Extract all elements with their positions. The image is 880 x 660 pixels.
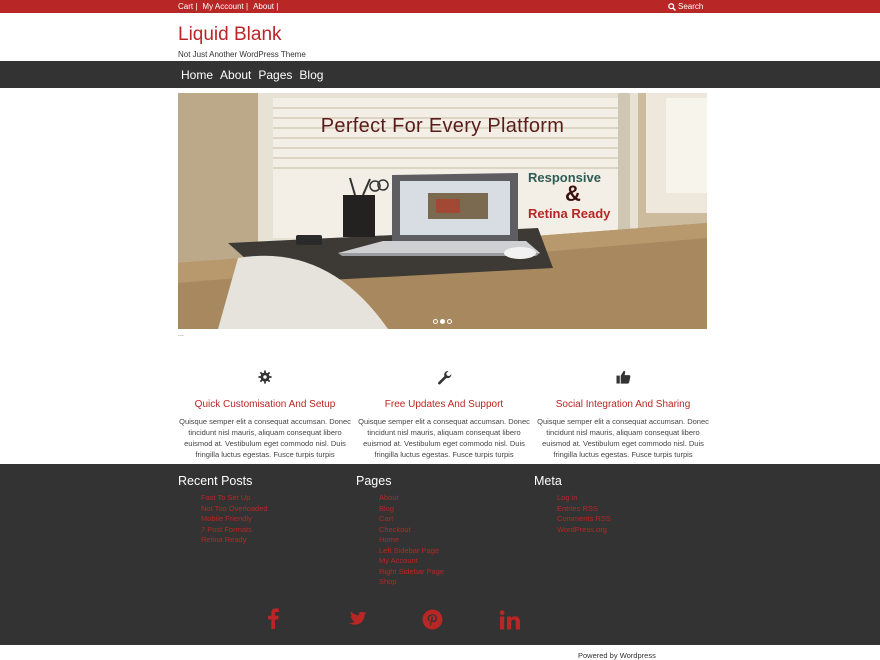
page-link[interactable]: Right Sidebar Page: [379, 567, 444, 578]
footer-heading: Pages: [356, 474, 392, 488]
feature-customisation: Quick Customisation And Setup Quisque se…: [176, 370, 354, 460]
linkedin-icon[interactable]: [499, 610, 521, 630]
page-link[interactable]: Checkout: [379, 525, 444, 536]
recent-post-link[interactable]: 7 Post Formats: [201, 525, 268, 536]
search-label: Search: [678, 2, 704, 11]
pinterest-icon[interactable]: [422, 609, 443, 630]
meta-link[interactable]: WordPress.org: [557, 525, 611, 536]
my-account-link[interactable]: My Account |: [202, 0, 248, 13]
powered-by-text: Powered by Wordpress: [578, 651, 656, 660]
search-icon: [668, 2, 676, 11]
feature-text: Quisque semper elit a consequat accumsan…: [179, 417, 351, 459]
gear-icon: [258, 370, 272, 384]
footer-heading: Recent Posts: [178, 474, 253, 488]
feature-text: Quisque semper elit a consequat accumsan…: [358, 417, 530, 459]
footer-heading: Meta: [534, 474, 562, 488]
page-link[interactable]: My Account: [379, 556, 444, 567]
slider-dot-3[interactable]: [447, 319, 452, 324]
top-links: Cart | My Account | About |: [178, 0, 283, 13]
thumbs-up-icon: [616, 370, 630, 384]
about-link[interactable]: About |: [253, 0, 278, 13]
feature-title: Free Updates And Support: [384, 399, 504, 410]
slider-dot-2[interactable]: [440, 319, 445, 324]
slider-pagination: [433, 319, 454, 324]
footer-pages: Pages About Blog Cart Checkout Home Left…: [356, 474, 444, 588]
cart-link[interactable]: Cart |: [178, 0, 197, 13]
search-button[interactable]: Search: [668, 0, 703, 13]
page-link[interactable]: Cart: [379, 514, 444, 525]
recent-post-link[interactable]: Fast To Set Up: [201, 493, 268, 504]
feature-updates: Free Updates And Support Quisque semper …: [355, 370, 533, 460]
hero-retina-text: Retina Ready: [528, 206, 611, 221]
footer: Recent Posts Fast To Set Up Not Too Over…: [0, 464, 880, 645]
footer-meta: Meta Log in Entries RSS Comments RSS Wor…: [534, 474, 611, 535]
page-link[interactable]: Shop: [379, 577, 444, 588]
main-nav: Home About Pages Blog: [0, 61, 880, 88]
page-link[interactable]: Left Sidebar Page: [379, 546, 444, 557]
page-link[interactable]: Home: [379, 535, 444, 546]
twitter-icon[interactable]: [345, 611, 367, 629]
feature-title: Quick Customisation And Setup: [194, 399, 336, 410]
nav-item-pages[interactable]: Pages: [258, 68, 292, 82]
top-bar: Cart | My Account | About | Search: [0, 0, 880, 13]
facebook-icon[interactable]: [266, 607, 280, 629]
recent-post-link[interactable]: Retina Ready: [201, 535, 268, 546]
meta-link[interactable]: Comments RSS: [557, 514, 611, 525]
wrench-icon: [437, 370, 451, 385]
footer-recent-posts: Recent Posts Fast To Set Up Not Too Over…: [178, 474, 268, 546]
hero-slider[interactable]: Perfect For Every Platform Responsive & …: [178, 93, 707, 329]
meta-link[interactable]: Entries RSS: [557, 504, 611, 515]
nav-item-home[interactable]: Home: [181, 68, 213, 82]
meta-link[interactable]: Log in: [557, 493, 611, 504]
hero-title: Perfect For Every Platform: [320, 115, 565, 137]
slider-caption: ...: [178, 331, 184, 338]
feature-title: Social Integration And Sharing: [555, 399, 691, 410]
recent-post-link[interactable]: Mobile Friendly: [201, 514, 268, 525]
feature-text: Quisque semper elit a consequat accumsan…: [537, 417, 709, 459]
site-title[interactable]: Liquid Blank: [178, 24, 282, 46]
feature-social: Social Integration And Sharing Quisque s…: [534, 370, 712, 460]
page-link[interactable]: Blog: [379, 504, 444, 515]
slider-dot-1[interactable]: [433, 319, 438, 324]
nav-item-about[interactable]: About: [220, 68, 251, 82]
page-link[interactable]: About: [379, 493, 444, 504]
recent-post-link[interactable]: Not Too Overloaded: [201, 504, 268, 515]
nav-item-blog[interactable]: Blog: [299, 68, 323, 82]
site-tagline: Not Just Another WordPress Theme: [178, 50, 306, 59]
hero-ampersand: &: [565, 181, 581, 206]
